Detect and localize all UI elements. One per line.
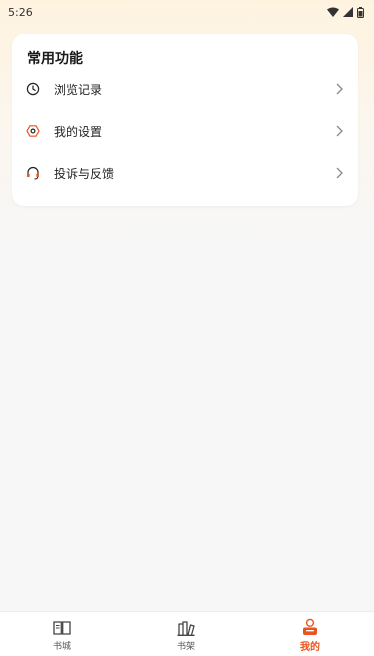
- menu-item-label: 投诉与反馈: [54, 166, 115, 181]
- wifi-icon: [327, 7, 339, 17]
- menu-item-complaints-feedback[interactable]: 投诉与反馈: [12, 152, 358, 194]
- tab-label: 书城: [52, 642, 71, 652]
- headset-icon: [27, 166, 39, 180]
- open-book-icon: [53, 621, 71, 635]
- tab-bookshelf[interactable]: 书架: [124, 612, 248, 656]
- clock-icon: [26, 82, 40, 96]
- cellular-signal-icon: [343, 7, 353, 17]
- common-functions-card: 常用功能 浏览记录 我的设置 投诉与反馈: [12, 34, 358, 206]
- menu-item-browsing-history[interactable]: 浏览记录: [12, 68, 358, 110]
- card-title: 常用功能: [27, 51, 83, 67]
- status-time: 5:26: [8, 5, 33, 19]
- menu-item-label: 我的设置: [54, 124, 103, 139]
- tab-label: 我的: [300, 642, 320, 653]
- menu-item-label: 浏览记录: [54, 82, 103, 97]
- profile-icon: [303, 618, 317, 635]
- battery-icon: [357, 6, 364, 18]
- chevron-right-icon: [336, 83, 343, 95]
- status-bar: 5:26: [0, 0, 374, 24]
- chevron-right-icon: [336, 167, 343, 179]
- chevron-right-icon: [336, 125, 343, 137]
- gear-icon: [26, 125, 40, 137]
- tab-bookstore[interactable]: 书城: [0, 612, 124, 656]
- bottom-tab-bar: 书城 书架 我的: [0, 611, 374, 656]
- tab-mine[interactable]: 我的: [248, 612, 372, 656]
- status-icons: [327, 6, 364, 18]
- menu-item-my-settings[interactable]: 我的设置: [12, 110, 358, 152]
- bookshelf-icon: [177, 621, 195, 636]
- tab-label: 书架: [176, 642, 195, 652]
